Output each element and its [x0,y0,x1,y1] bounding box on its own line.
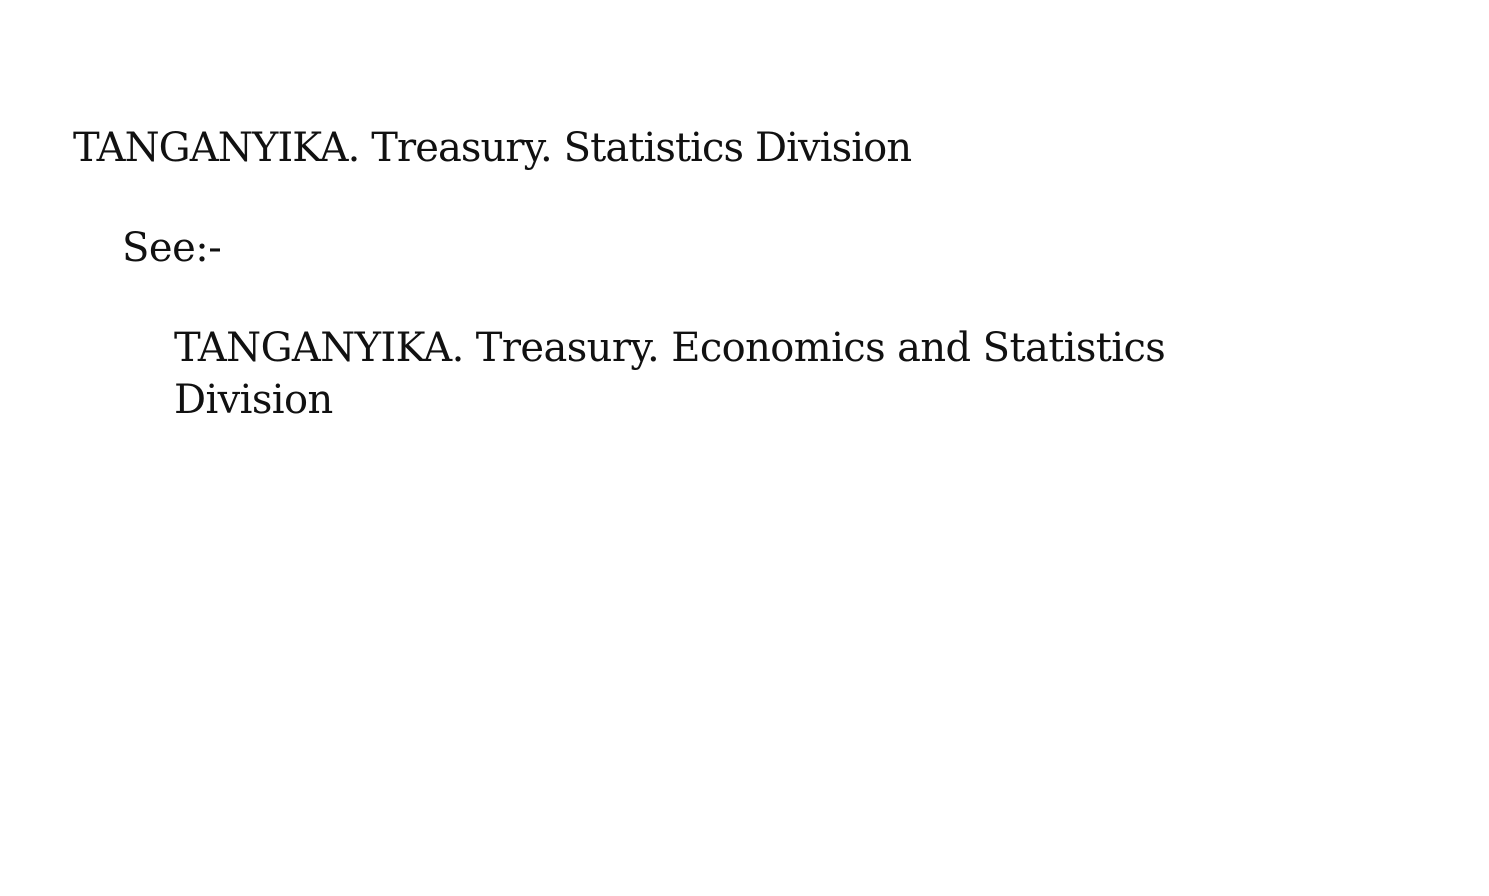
catalog-card: TANGANYIKA. Treasury. Statistics Divisio… [0,0,1489,896]
see-reference-label: See:- [122,225,222,271]
see-reference-entry-line-1: TANGANYIKA. Treasury. Economics and Stat… [174,325,1166,371]
card-heading: TANGANYIKA. Treasury. Statistics Divisio… [73,125,912,171]
see-reference-entry-line-2: Division [174,377,333,423]
